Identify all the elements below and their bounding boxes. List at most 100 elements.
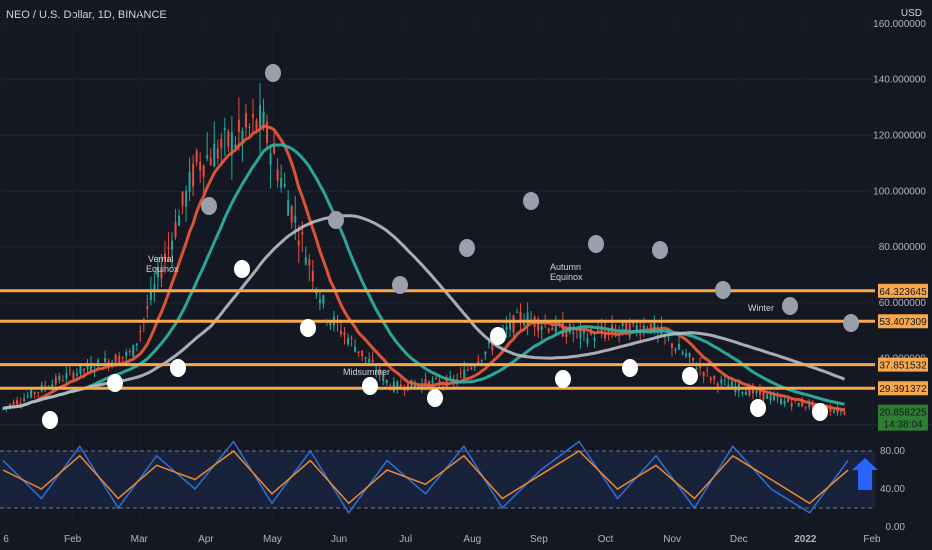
candle-body [565,331,568,337]
candle-body [167,247,170,250]
x-tick-label: Jul [399,534,412,545]
candle-body [227,131,230,147]
candle-body [368,359,371,363]
candle-body [730,381,733,387]
candle-body [597,329,600,331]
x-tick-label: Nov [663,534,681,545]
y-tick-label: 140.000000 [873,75,926,86]
candle-body [58,376,61,381]
x-tick-label: Oct [598,534,614,545]
candle-body [206,154,209,159]
candle-body [695,368,698,370]
candle-body [480,360,483,362]
x-tick-label: 2022 [794,534,817,545]
candle-body [572,332,575,335]
candle-body [79,365,82,374]
candle-body [357,351,360,353]
candle-body [135,343,138,346]
candle-body [318,299,321,304]
new-moon-icon [265,64,281,82]
stoch-y-tick-label: 0.00 [886,522,906,533]
x-tick-label: Aug [463,534,481,545]
new-moon-icon [201,197,217,215]
candle-body [16,400,19,405]
x-tick-label: 6 [3,534,9,545]
candle-body [259,105,262,128]
candle-body [174,222,177,237]
candle-body [343,332,346,336]
candle-body [371,359,374,362]
candle-body [804,406,807,408]
stoch-y-tick-label: 80.00 [880,446,905,457]
candle-body [487,341,490,344]
price-chart[interactable]: 160.000000 140.000000 120.000000 100.000000… [0,0,932,550]
x-tick-label: Feb [863,534,881,545]
y-tick-label: 120.000000 [873,131,926,142]
candle-body [516,311,519,313]
level-tag-label: 64.323645 [879,287,927,298]
candle-body [523,323,526,326]
candle-body [744,391,747,395]
chart-root: NEO / U.S. Dollar, 1D, BINANCE USD 160.0… [0,0,932,550]
candle-body [547,328,550,332]
candle-body [220,138,223,149]
candle-body [681,352,684,355]
candle-body [354,346,357,352]
candle-body [65,373,68,379]
candle-body [195,150,198,163]
candle-body [97,360,100,363]
candle-body [178,215,181,226]
y-tick-label: 60.000000 [879,298,927,309]
candle-body [551,328,554,331]
y-tick-label: 100.000000 [873,186,926,197]
candle-body [192,163,195,187]
full-moon-icon [682,367,698,385]
candle-body [713,376,716,380]
annotation-label: Equinox [550,272,583,282]
candle-body [484,351,487,355]
candle-body [692,357,695,361]
candle-body [473,366,476,368]
candle-body [125,351,128,356]
full-moon-icon [427,389,443,407]
candle-body [248,126,251,128]
candle-body [269,153,272,165]
new-moon-icon [328,211,344,229]
new-moon-icon [782,297,798,315]
candle-body [832,410,835,413]
annotation-label: Equinox [146,264,179,274]
y-tick-label: 160.000000 [873,19,926,30]
full-moon-icon [170,359,186,377]
candle-body [139,331,142,333]
candle-body [466,369,469,371]
candle-body [223,128,226,131]
full-moon-icon [107,374,123,392]
new-moon-icon [715,281,731,299]
new-moon-icon [392,276,408,294]
candle-body [75,373,78,376]
full-moon-icon [362,377,378,395]
candle-body [185,190,188,207]
candle-body [702,371,705,377]
candle-body [61,380,64,382]
x-tick-label: Dec [730,534,748,545]
candle-body [266,121,269,144]
annotation-label: Autumn [550,262,581,272]
new-moon-icon [523,192,539,210]
candle-body [678,344,680,350]
candle-body [519,311,522,322]
candle-body [104,358,107,363]
candle-body [364,357,367,359]
candle-body [783,400,786,405]
candle-body [470,367,473,370]
full-moon-icon [622,359,638,377]
candle-body [431,380,434,383]
new-moon-icon [459,239,475,257]
candle-body [146,306,149,310]
candle-body [512,315,515,333]
candle-body [33,392,36,395]
candle-body [463,369,466,379]
candle-body [82,368,85,371]
candle-body [216,148,219,159]
x-tick-label: Jun [331,534,347,545]
